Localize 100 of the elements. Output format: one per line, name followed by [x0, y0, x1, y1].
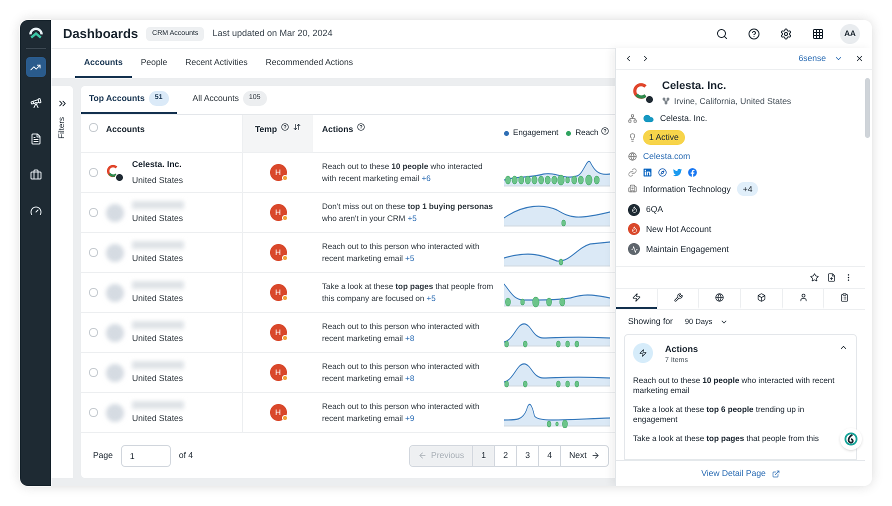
- row-checkbox[interactable]: [89, 368, 98, 377]
- temperature-badge: H: [270, 204, 286, 221]
- more-link[interactable]: +8: [405, 374, 414, 382]
- legend-label: Reach: [575, 127, 598, 139]
- column-header: Actions: [322, 123, 354, 136]
- compass-icon[interactable]: [658, 168, 667, 176]
- last-updated-text: Last updated on Mar 20, 2024: [212, 27, 333, 40]
- star-icon[interactable]: [810, 272, 819, 282]
- status-badge: 1 Active: [643, 130, 685, 145]
- segment-label: New Hot Account: [646, 223, 712, 236]
- blurred-name: [132, 400, 184, 409]
- lightbulb-icon: [628, 132, 637, 142]
- lightning-icon: [632, 293, 641, 302]
- row-checkbox[interactable]: [89, 328, 98, 337]
- showing-for-label: Showing for: [628, 315, 673, 328]
- blurred-name: [132, 320, 184, 329]
- company-logo: [632, 82, 654, 104]
- company-name: Celesta. Inc.: [662, 79, 728, 94]
- globe-icon: [715, 293, 724, 302]
- sort-icon[interactable]: [293, 123, 302, 131]
- view-detail-link[interactable]: View Detail Page: [701, 467, 780, 480]
- twitter-icon[interactable]: [673, 168, 682, 176]
- page-input[interactable]: 1: [120, 444, 171, 466]
- blurred-name: [132, 360, 184, 369]
- clipboard-icon: [840, 293, 850, 302]
- page-button[interactable]: 1: [472, 446, 494, 466]
- select-all-checkbox[interactable]: [89, 123, 98, 132]
- page-total: of 4: [178, 449, 194, 462]
- industry-text: Information Technology: [643, 182, 731, 196]
- row-checkbox[interactable]: [89, 408, 98, 417]
- help-icon[interactable]: [281, 123, 290, 131]
- next-button[interactable]: Next: [560, 446, 608, 466]
- temperature-badge: H: [270, 324, 286, 341]
- filters-strip[interactable]: Filters: [51, 86, 73, 478]
- row-checkbox[interactable]: [89, 288, 98, 297]
- close-icon[interactable]: [855, 54, 864, 63]
- add-note-icon[interactable]: [827, 272, 836, 282]
- website-link[interactable]: Celesta.com: [643, 150, 690, 162]
- action-text: Reach out to this person who interacted with recent marketing email +8: [322, 360, 480, 384]
- linkedin-icon[interactable]: [643, 168, 652, 176]
- more-link[interactable]: +8: [405, 334, 414, 342]
- trend-nav-button[interactable]: [26, 57, 46, 77]
- row-checkbox[interactable]: [89, 168, 98, 177]
- help-icon[interactable]: [748, 28, 760, 40]
- lightning-icon: [639, 348, 647, 356]
- building-icon: [628, 184, 637, 194]
- more-link[interactable]: +5: [426, 294, 436, 302]
- hierarchy-icon: [628, 114, 637, 124]
- actions-title: Actions: [665, 342, 700, 356]
- blurred-name: [132, 280, 184, 289]
- temp-column-header[interactable]: Temp: [243, 115, 313, 152]
- cloud-icon: [643, 113, 654, 124]
- chevron-down-icon: [834, 54, 843, 63]
- search-icon[interactable]: [716, 28, 728, 40]
- panel-scrollbar[interactable]: [865, 78, 870, 138]
- account-country: United States: [132, 372, 184, 384]
- action-item: Take a look at these top 6 people trending up in engagement: [633, 404, 806, 424]
- blurred-name: [132, 240, 184, 249]
- blurred-logo: [106, 204, 124, 222]
- arrow-right-icon: [590, 451, 600, 460]
- globe-icon: [628, 152, 637, 161]
- company-logo: [106, 164, 124, 182]
- nav-tab[interactable]: Recent Activities: [176, 48, 257, 78]
- blurred-logo: [106, 404, 124, 422]
- row-checkbox[interactable]: [89, 208, 98, 217]
- more-link[interactable]: +5: [408, 214, 417, 222]
- help-icon[interactable]: [357, 123, 366, 131]
- arrow-left-icon: [418, 451, 428, 460]
- settings-icon[interactable]: [780, 28, 792, 40]
- crm-account-name: Celesta. Inc.: [660, 112, 708, 125]
- user-avatar[interactable]: AA: [840, 24, 860, 44]
- blurred-logo: [106, 324, 124, 342]
- row-checkbox[interactable]: [89, 248, 98, 257]
- action-text: Reach out to this person who interacted with recent marketing email +8: [322, 320, 480, 344]
- segment-label: Maintain Engagement: [646, 242, 729, 256]
- more-link[interactable]: +9: [405, 414, 414, 422]
- account-name[interactable]: Celesta. Inc.: [132, 158, 184, 171]
- action-text: Don't miss out on these top 1 buying personas who aren't in your CRM +5: [322, 200, 494, 224]
- back-icon[interactable]: [624, 54, 633, 63]
- more-link[interactable]: +6: [422, 174, 431, 182]
- box-icon: [756, 293, 766, 302]
- blurred-name: [132, 200, 184, 209]
- nav-tab[interactable]: People: [132, 48, 176, 78]
- more-link[interactable]: +5: [405, 254, 414, 262]
- industry-more-badge[interactable]: +4: [736, 182, 758, 196]
- source-dropdown[interactable]: 6sense: [798, 52, 843, 65]
- segment-icon: [628, 243, 640, 256]
- assistant-logo-button[interactable]: [840, 428, 862, 450]
- nav-tab[interactable]: Recommended Actions: [256, 48, 362, 78]
- page-label: Page: [93, 449, 113, 462]
- help-icon[interactable]: [600, 127, 608, 135]
- account-country: United States: [132, 174, 184, 187]
- account-country: United States: [132, 292, 184, 304]
- expand-icon[interactable]: [56, 98, 68, 109]
- account-country: United States: [132, 252, 184, 264]
- apps-grid-icon[interactable]: [812, 28, 824, 40]
- facebook-icon[interactable]: [688, 168, 697, 176]
- action-text: Reach out to these 10 people who interacted with recent marketing email +6: [322, 160, 484, 184]
- person-icon: [798, 293, 808, 302]
- forward-icon[interactable]: [641, 54, 650, 63]
